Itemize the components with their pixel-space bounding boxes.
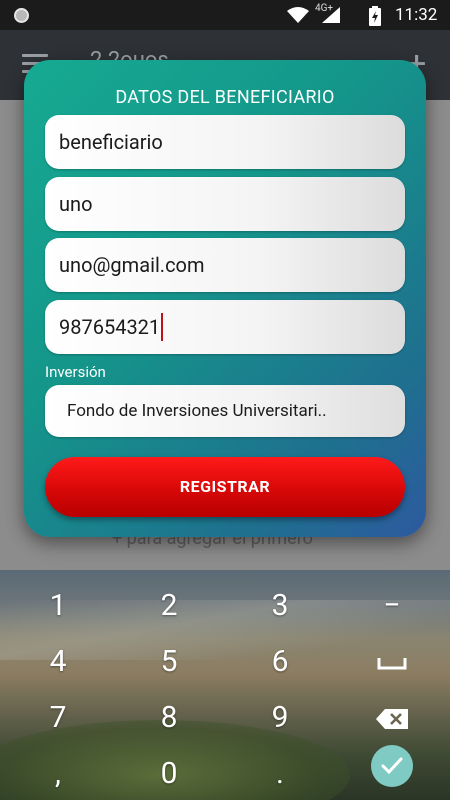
clock: 11:32 [395,5,438,25]
done-key[interactable] [371,745,413,787]
wifi-icon [287,7,309,23]
key-6[interactable]: 6 [250,636,310,688]
register-button[interactable]: REGISTRAR [45,457,405,517]
key-comma[interactable]: , [28,748,88,800]
key-9[interactable]: 9 [250,692,310,744]
key-minus[interactable]: − [362,580,422,632]
space-key-icon[interactable] [377,656,407,670]
phone-field[interactable]: 987654321 [45,300,405,354]
key-0[interactable]: 0 [139,748,199,800]
key-3[interactable]: 3 [250,580,310,632]
surname-field[interactable]: uno [45,177,405,231]
key-4[interactable]: 4 [28,636,88,688]
email-field[interactable]: uno@gmail.com [45,238,405,292]
key-period[interactable]: . [250,748,310,800]
dialog-title: DATOS DEL BENEFICIARIO [115,87,335,108]
battery-icon [369,6,381,26]
beneficiary-dialog: DATOS DEL BENEFICIARIO beneficiario uno … [24,60,426,537]
key-2[interactable]: 2 [139,580,199,632]
key-1[interactable]: 1 [28,580,88,632]
investment-label: Inversión [45,363,106,381]
key-7[interactable]: 7 [28,692,88,744]
check-icon [381,757,403,775]
numeric-keyboard: 1 2 3 − 4 5 6 7 8 9 , 0 . [0,570,450,800]
backspace-icon[interactable] [375,708,409,730]
phone-value: 987654321 [59,315,161,339]
key-8[interactable]: 8 [139,692,199,744]
notification-dot-icon [14,8,29,23]
status-bar: 4G+ 11:32 [0,0,450,30]
signal-icon [322,7,340,23]
name-field[interactable]: beneficiario [45,115,405,169]
key-5[interactable]: 5 [139,636,199,688]
investment-select[interactable]: Fondo de Inversiones Universitari.. [45,385,405,437]
text-cursor [161,313,164,342]
